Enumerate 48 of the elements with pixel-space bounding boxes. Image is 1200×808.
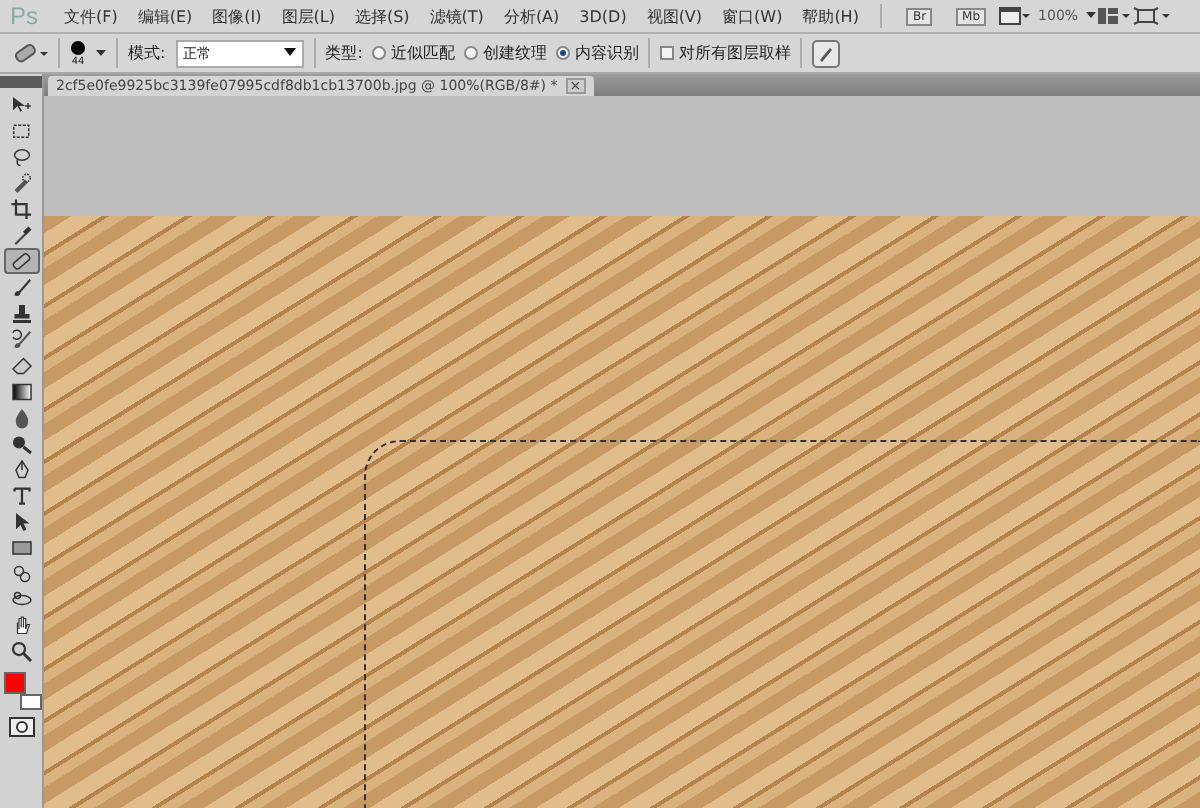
type-icon	[9, 483, 33, 507]
brush-icon	[9, 275, 33, 299]
menu-item[interactable]: 视图(V)	[636, 5, 713, 27]
fit-screen-icon[interactable]	[1132, 6, 1173, 26]
type-radio[interactable]: 创建纹理	[464, 42, 547, 64]
caret-icon	[283, 48, 296, 58]
menu-item[interactable]: 选择(S)	[344, 5, 420, 27]
menu-item[interactable]: 滤镜(T)	[419, 5, 494, 27]
menu-item[interactable]: 文件(F)	[54, 5, 128, 27]
app-logo: Ps	[8, 2, 41, 30]
shape-icon	[9, 535, 33, 559]
screen-mode-icon[interactable]	[998, 6, 1031, 26]
lasso-icon	[9, 145, 33, 169]
gradient-icon	[9, 379, 33, 403]
type-radio[interactable]: 近似匹配	[372, 42, 455, 64]
quick-mask-icon[interactable]	[7, 714, 35, 738]
menu-item[interactable]: 编辑(E)	[127, 5, 203, 27]
brush-tip-icon	[70, 39, 86, 55]
stamp-icon	[9, 301, 33, 325]
healing-brush-icon[interactable]	[12, 39, 48, 67]
marquee-icon	[9, 119, 33, 143]
menu-item[interactable]: 分析(A)	[493, 5, 570, 27]
background-color-swatch[interactable]	[19, 694, 41, 710]
pen-pressure-icon[interactable]	[812, 39, 841, 67]
arrange-icon[interactable]	[1096, 6, 1133, 26]
sample-all-layers-checkbox[interactable]: 对所有图层取样	[660, 42, 791, 64]
menu-item[interactable]: 窗口(W)	[712, 5, 793, 27]
menu-item[interactable]: 3D(D)	[569, 7, 637, 25]
tool-button[interactable]	[3, 248, 39, 274]
pen-icon	[9, 457, 33, 481]
healing-icon	[9, 249, 33, 273]
type-label: 类型:	[325, 42, 363, 64]
eyedropper-icon	[9, 223, 33, 247]
move-icon	[9, 93, 33, 117]
zoom-icon	[9, 639, 33, 663]
menu-item[interactable]: 图像(I)	[202, 5, 272, 27]
quick-select-icon	[9, 171, 33, 195]
toolbar-grip[interactable]	[0, 76, 42, 88]
foreground-color-swatch[interactable]	[3, 672, 25, 694]
history-brush-icon	[9, 327, 33, 351]
caret-icon[interactable]	[1086, 12, 1097, 20]
eraser-icon	[9, 353, 33, 377]
crop-icon	[9, 197, 33, 221]
menu-item[interactable]: 帮助(H)	[792, 5, 869, 27]
type-radio[interactable]: 内容识别	[556, 42, 639, 64]
menu-item[interactable]: 图层(L)	[271, 5, 345, 27]
caret-icon[interactable]	[96, 49, 106, 57]
mode-label: 模式:	[128, 42, 166, 64]
